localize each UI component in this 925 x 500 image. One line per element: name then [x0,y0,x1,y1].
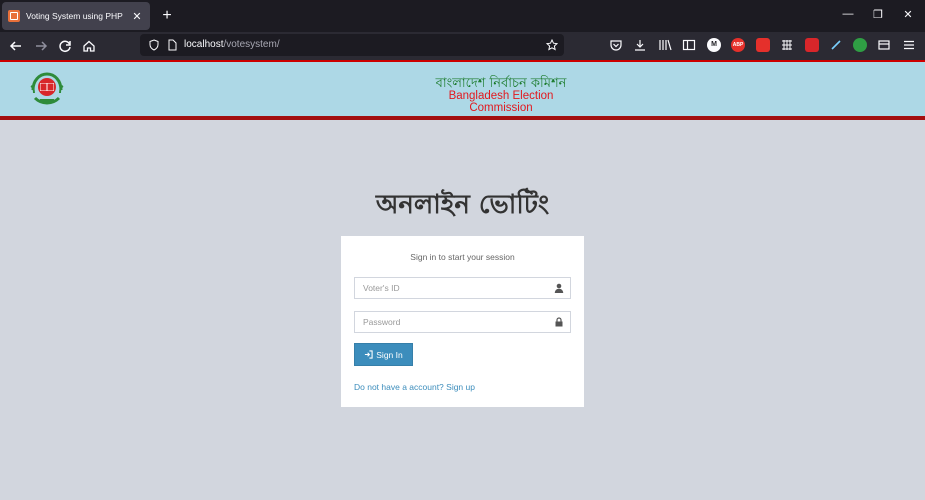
screenshot-extension-icon[interactable] [756,38,770,52]
login-message: Sign in to start your session [410,252,515,262]
minimize-button[interactable]: — [838,8,858,20]
user-icon [554,283,564,293]
new-tab-button[interactable]: + [158,6,176,26]
restore-button[interactable]: ❐ [868,8,888,21]
tab-title: Voting System using PHP [26,11,123,21]
sign-in-label: Sign In [376,349,403,360]
back-icon[interactable] [6,36,26,56]
download-icon[interactable] [633,38,647,52]
pocket-icon[interactable] [609,38,623,52]
window-close-button[interactable]: ✕ [898,8,918,21]
library-icon[interactable] [658,38,672,52]
grid-extension-icon[interactable] [780,38,794,52]
adblock-icon[interactable]: ABP [731,38,745,52]
url-bar[interactable]: localhost/votesystem/ [140,34,564,56]
green-extension-icon[interactable] [853,38,867,52]
header-bottom-border [0,116,925,120]
url-text: localhost/votesystem/ [184,39,280,50]
forward-icon[interactable] [31,36,51,56]
shield-icon[interactable] [148,39,160,51]
tab-close-icon[interactable]: ✕ [130,10,144,23]
sign-up-link[interactable]: Do not have a account? Sign up [354,382,475,392]
password-field [354,311,571,333]
sign-in-button[interactable]: Sign In [354,343,413,366]
reload-icon[interactable] [55,36,75,56]
election-commission-logo [30,72,64,105]
password-input[interactable] [355,312,545,332]
sidebar-icon[interactable] [682,38,696,52]
sign-in-icon [365,350,373,359]
home-icon[interactable] [79,36,99,56]
browser-tab-bar: Voting System using PHP ✕ + — ❐ ✕ [0,0,925,32]
voter-id-field [354,277,571,299]
browser-tab[interactable]: Voting System using PHP ✕ [2,2,150,30]
window-extension-icon[interactable] [877,38,891,52]
url-host: localhost [184,39,224,50]
voter-id-input[interactable] [355,278,545,298]
login-heading: অনলাইন ভোটিং [375,190,550,220]
url-path: /votesystem/ [223,39,280,50]
login-box: Sign in to start your session Sign In Do… [341,236,584,407]
site-favicon-icon [8,10,20,22]
red-extension-icon[interactable] [805,38,819,52]
header-title-english: Bangladesh Election Commission [448,90,554,114]
lock-icon [555,317,563,327]
page-icon[interactable] [166,39,178,51]
bookmark-star-icon[interactable] [546,39,558,51]
extension-m-icon[interactable]: M [707,38,721,52]
menu-icon[interactable] [902,38,916,52]
pen-extension-icon[interactable] [829,38,843,52]
